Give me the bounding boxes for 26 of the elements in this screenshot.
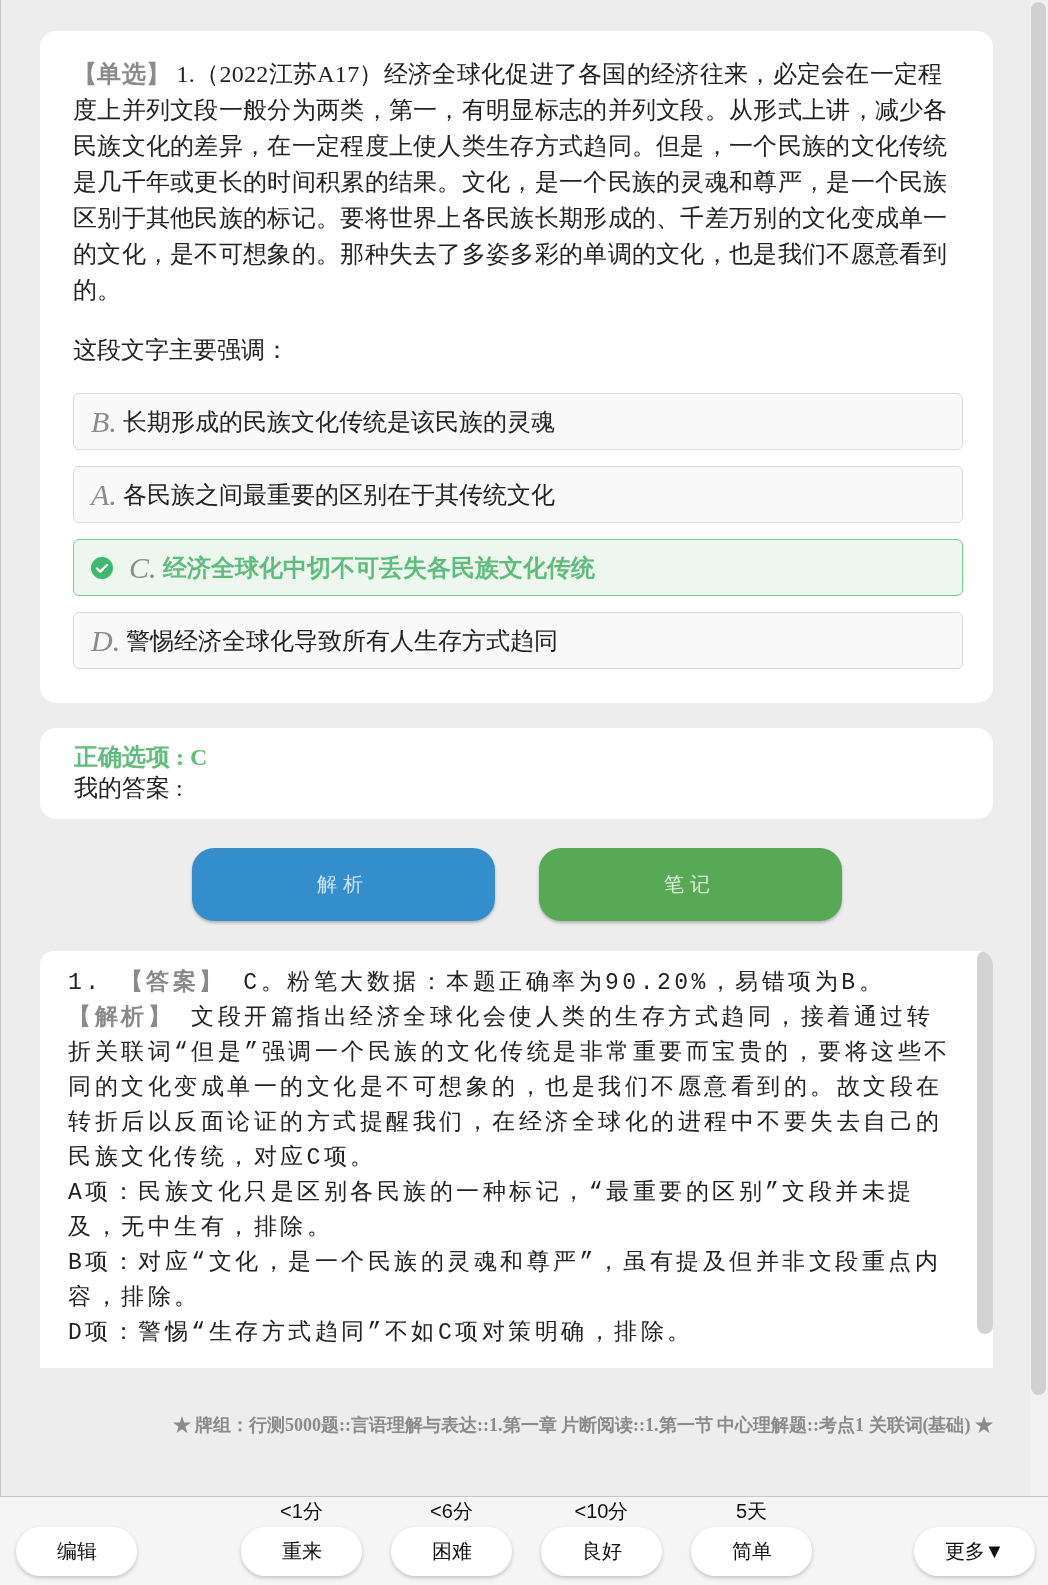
explanation-paragraph: A项：民族文化只是区别各民族的一种标记，“最重要的区别”文段并未提及，无中生有，排除。	[68, 1179, 916, 1243]
edit-button[interactable]: 编辑	[16, 1527, 137, 1576]
deck-path-text: ★ 牌组：行测5000题::言语理解与表达::1.第一章 片断阅读::1.第一节 中心理解题::考点1 关联词(基础) ★	[172, 1414, 993, 1437]
explanation-paragraph: B项：对应“文化，是一个民族的灵魂和尊严”，虽有提及但并非文段重点内容，排除。	[68, 1249, 943, 1313]
question-text: 【单选】 1.（2022江苏A17）经济全球化促进了各国的经济往来，必定会在一定程度上并列文段一般分为两类，第一，有明显标志的并列文段。从形式上讲，减少各民族文化的差异，在一定程度上使人类生存方式趋同。但是，一个民族的文化传统是几千年或更长的时间积累的结果。文化，是一个民族的灵魂和尊严，是一个民族区别于其他民族的标记。要将世界上各民族长期形成的、千差万别的文化变成单一的文化，是不可想象的。那种失去了多姿多彩的单调的文化，也是我们不愿意看到的。	[73, 60, 949, 305]
check-circle-icon	[91, 556, 113, 579]
question-prompt: 这段文字主要强调：	[73, 336, 290, 365]
interval-label: 5天	[735, 1499, 768, 1523]
scrollbar-thumb[interactable]	[977, 951, 993, 1334]
rating-button[interactable]: 困难	[391, 1527, 512, 1576]
explanation-paragraph: 1. 【答案】 C。粉笔大数据：本题正确率为90.20%，易错项为B。	[68, 968, 887, 998]
interval-label: <10分	[574, 1499, 629, 1523]
rating-button[interactable]: 良好	[541, 1527, 662, 1576]
explanation-paragraph: D项：警惕“生存方式趋同”不如C项对策明确，排除。	[68, 1318, 695, 1348]
answer-option[interactable]: D. 警惕经济全球化导致所有人生存方式趋同	[73, 612, 963, 669]
answer-option[interactable]: B. 长期形成的民族文化传统是该民族的灵魂	[73, 393, 963, 450]
rating-button[interactable]: 重来	[241, 1527, 362, 1576]
interval-label: <1分	[280, 1499, 323, 1523]
correct-answer-text: 正确选项 : C	[74, 743, 209, 772]
answer-option[interactable]: A. 各民族之间最重要的区别在于其传统文化	[73, 466, 963, 523]
explanation-paragraph: 【解析】 文段开篇指出经济全球化会使人类的生存方式趋同，接着通过转折关联词“但是”强调一个民族的文化传统是非常重要而宝贵的，要将这些不同的文化变成单一的文化是不可想象的，也是我们不愿意看到的。故文段在转折后以反面论证的方式提醒我们，在经济全球化的进程中不要失去自己的民族文化传统，对应C项。	[68, 1003, 952, 1173]
more-button[interactable]: 更多▼	[914, 1527, 1035, 1576]
rating-button[interactable]: 简单	[691, 1527, 812, 1576]
interval-label: <6分	[430, 1499, 473, 1523]
my-answer-label: 我的答案 :	[74, 774, 184, 803]
scrollbar-thumb[interactable]	[1031, 2, 1046, 1395]
